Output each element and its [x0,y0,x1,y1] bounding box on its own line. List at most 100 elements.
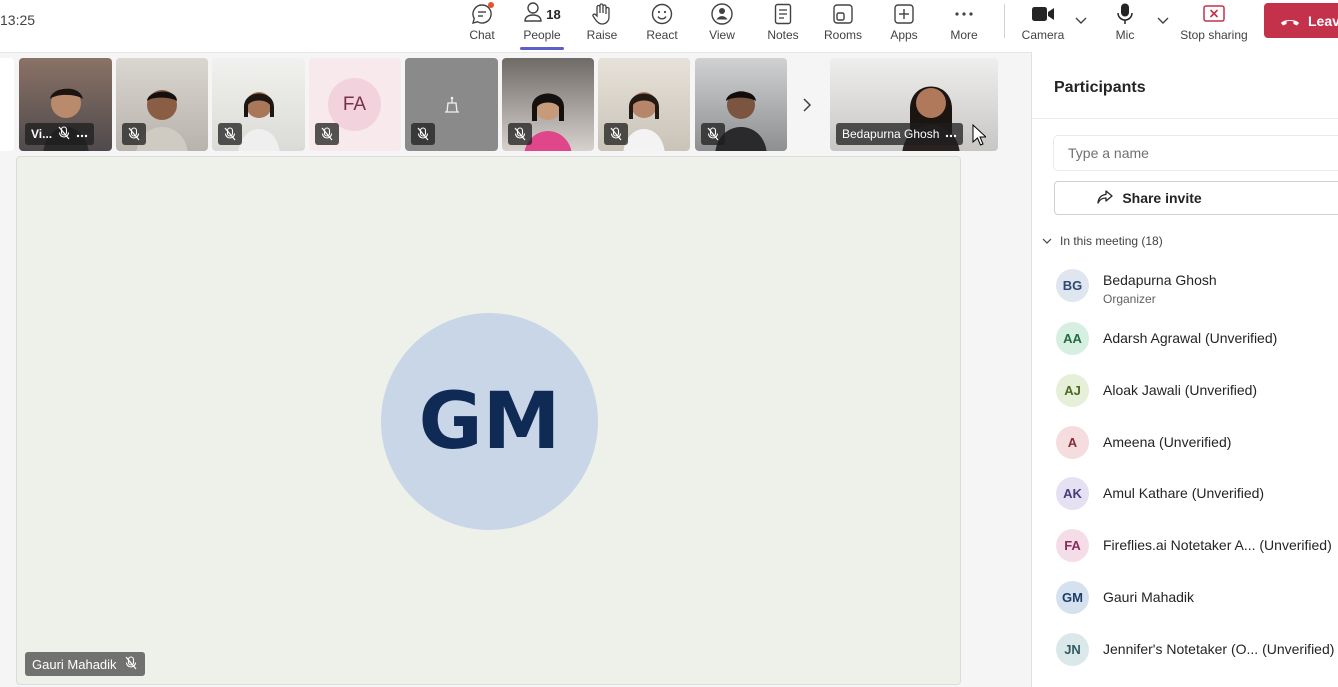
apps-label: Apps [890,28,918,42]
participant-name: Aloak Jawali (Unverified) [1103,382,1258,398]
stop-sharing-button[interactable]: Stop sharing [1180,0,1248,48]
participant-name: Gauri Mahadik [1103,589,1195,605]
hang-up-phone-icon [1280,16,1300,26]
video-tile[interactable] [405,58,498,151]
stop-share-icon [1186,2,1242,26]
participant-avatar: GM [1056,581,1089,614]
next-participants-chevron-right-icon[interactable] [792,90,822,120]
muted-mic-icon [122,123,146,145]
camera-button[interactable]: Camera [1015,0,1071,48]
participant-search-input[interactable] [1054,136,1338,170]
muted-mic-icon [508,123,532,145]
presenter-video-tile[interactable]: Bedapurna Ghosh [830,58,998,151]
muted-mic-icon [604,123,628,145]
more-label: More [950,28,978,42]
participant-name-tag: Vi... [25,123,95,145]
participant-avatar: BG [1056,269,1089,302]
smiley-icon [634,2,690,26]
participant-name: Fireflies.ai Notetaker A... (Unverified) [1103,537,1332,553]
participant-row[interactable]: GM Gauri Mahadik [1054,579,1338,619]
participant-avatar: FA [1056,529,1089,562]
tile-more-options-icon[interactable] [945,127,957,141]
participant-name: Amul Kathare (Unverified) [1103,485,1265,501]
bot-placeholder-icon [442,96,462,119]
participant-row[interactable]: AA Adarsh Agrawal (Unverified) [1054,320,1338,360]
participant-row[interactable]: JN Jennifer's Notetaker (O... (Unverified… [1054,631,1338,671]
react-label: React [646,28,678,42]
section-label: In this meeting (18) [1060,234,1163,248]
participant-row[interactable]: FA Fireflies.ai Notetaker A... (Unverifie… [1054,527,1338,567]
chat-icon [454,2,510,26]
participant-name: Ameena (Unverified) [1103,434,1232,450]
video-tile[interactable]: Vi... [19,58,112,151]
tile-more-options-icon[interactable] [76,127,88,141]
view-button[interactable]: View [694,0,750,48]
share-invite-button[interactable]: Share invite [1054,181,1338,215]
participant-row[interactable]: AK Amul Kathare (Unverified) [1054,475,1338,515]
mic-options-chevron-down-icon[interactable] [1156,14,1170,28]
participant-row[interactable]: A Ameena (Unverified) [1054,424,1338,464]
mic-label: Mic [1115,28,1135,42]
participant-role: Organizer [1103,292,1156,306]
video-tile[interactable] [598,58,690,151]
muted-mic-icon [411,123,435,145]
meeting-timer: 13:25 [0,12,36,28]
apps-button[interactable]: Apps [876,0,932,48]
ellipsis-icon [936,2,992,26]
view-icon [694,2,750,26]
plus-icon [876,2,932,26]
participant-avatar: AJ [1056,374,1089,407]
main-stage-video: GM Gauri Mahadik [16,156,961,685]
share-invite-label: Share invite [1122,190,1202,206]
notes-button[interactable]: Notes [755,0,811,48]
muted-mic-icon [701,123,725,145]
chat-button[interactable]: Chat [454,0,510,48]
participant-name: Vi... [31,127,53,141]
video-tile[interactable] [116,58,208,151]
meeting-toolbar: 13:25 Chat 18 People Raise React View No… [0,0,1338,53]
presenter-name-tag: Bedapurna Ghosh [836,123,964,145]
rooms-icon [815,2,871,26]
stop-sharing-label: Stop sharing [1180,28,1248,42]
speaker-name-tag: Gauri Mahadik [25,652,145,676]
react-button[interactable]: React [634,0,690,48]
participants-panel: Participants Share invite In this meetin… [1031,52,1338,687]
notes-label: Notes [767,28,799,42]
participant-row[interactable]: BG Bedapurna Ghosh Organizer [1054,267,1338,307]
participant-name: Adarsh Agrawal (Unverified) [1103,330,1278,346]
raise-hand-button[interactable]: Raise [574,0,630,48]
share-icon [1096,190,1114,206]
speaker-name: Gauri Mahadik [32,656,117,672]
hand-icon [574,2,630,26]
participant-avatar: A [1056,426,1089,459]
in-meeting-section-toggle[interactable]: In this meeting (18) [1042,234,1163,248]
muted-mic-icon [58,125,70,143]
people-button[interactable]: 18 People [514,0,570,50]
more-button[interactable]: More [936,0,992,48]
toolbar-divider [1004,4,1005,38]
video-tile[interactable] [502,58,594,151]
participant-name: Jennifer's Notetaker (O... (Unverified) [1103,641,1335,657]
people-label: People [523,28,561,42]
muted-mic-icon [125,655,137,673]
participant-avatar: AK [1056,477,1089,510]
rooms-button[interactable]: Rooms [815,0,871,48]
speaker-avatar: GM [381,313,598,530]
participant-avatar: JN [1056,633,1089,666]
rooms-label: Rooms [823,28,862,42]
video-tile[interactable] [212,58,305,151]
presenter-name: Bedapurna Ghosh [842,127,940,141]
muted-mic-icon [218,123,242,145]
mic-button[interactable]: Mic [1097,0,1153,48]
video-tile[interactable] [695,58,787,151]
microphone-icon [1097,2,1153,26]
people-count: 18 [546,6,561,22]
video-tile[interactable]: FA [309,58,401,151]
chat-label: Chat [469,28,495,42]
video-camera-icon [1015,2,1071,26]
panel-title: Participants [1054,79,1146,96]
participant-row[interactable]: AJ Aloak Jawali (Unverified) [1054,372,1338,412]
people-icon [523,1,543,28]
camera-options-chevron-down-icon[interactable] [1074,14,1088,28]
leave-button[interactable]: Leave [1264,3,1338,38]
